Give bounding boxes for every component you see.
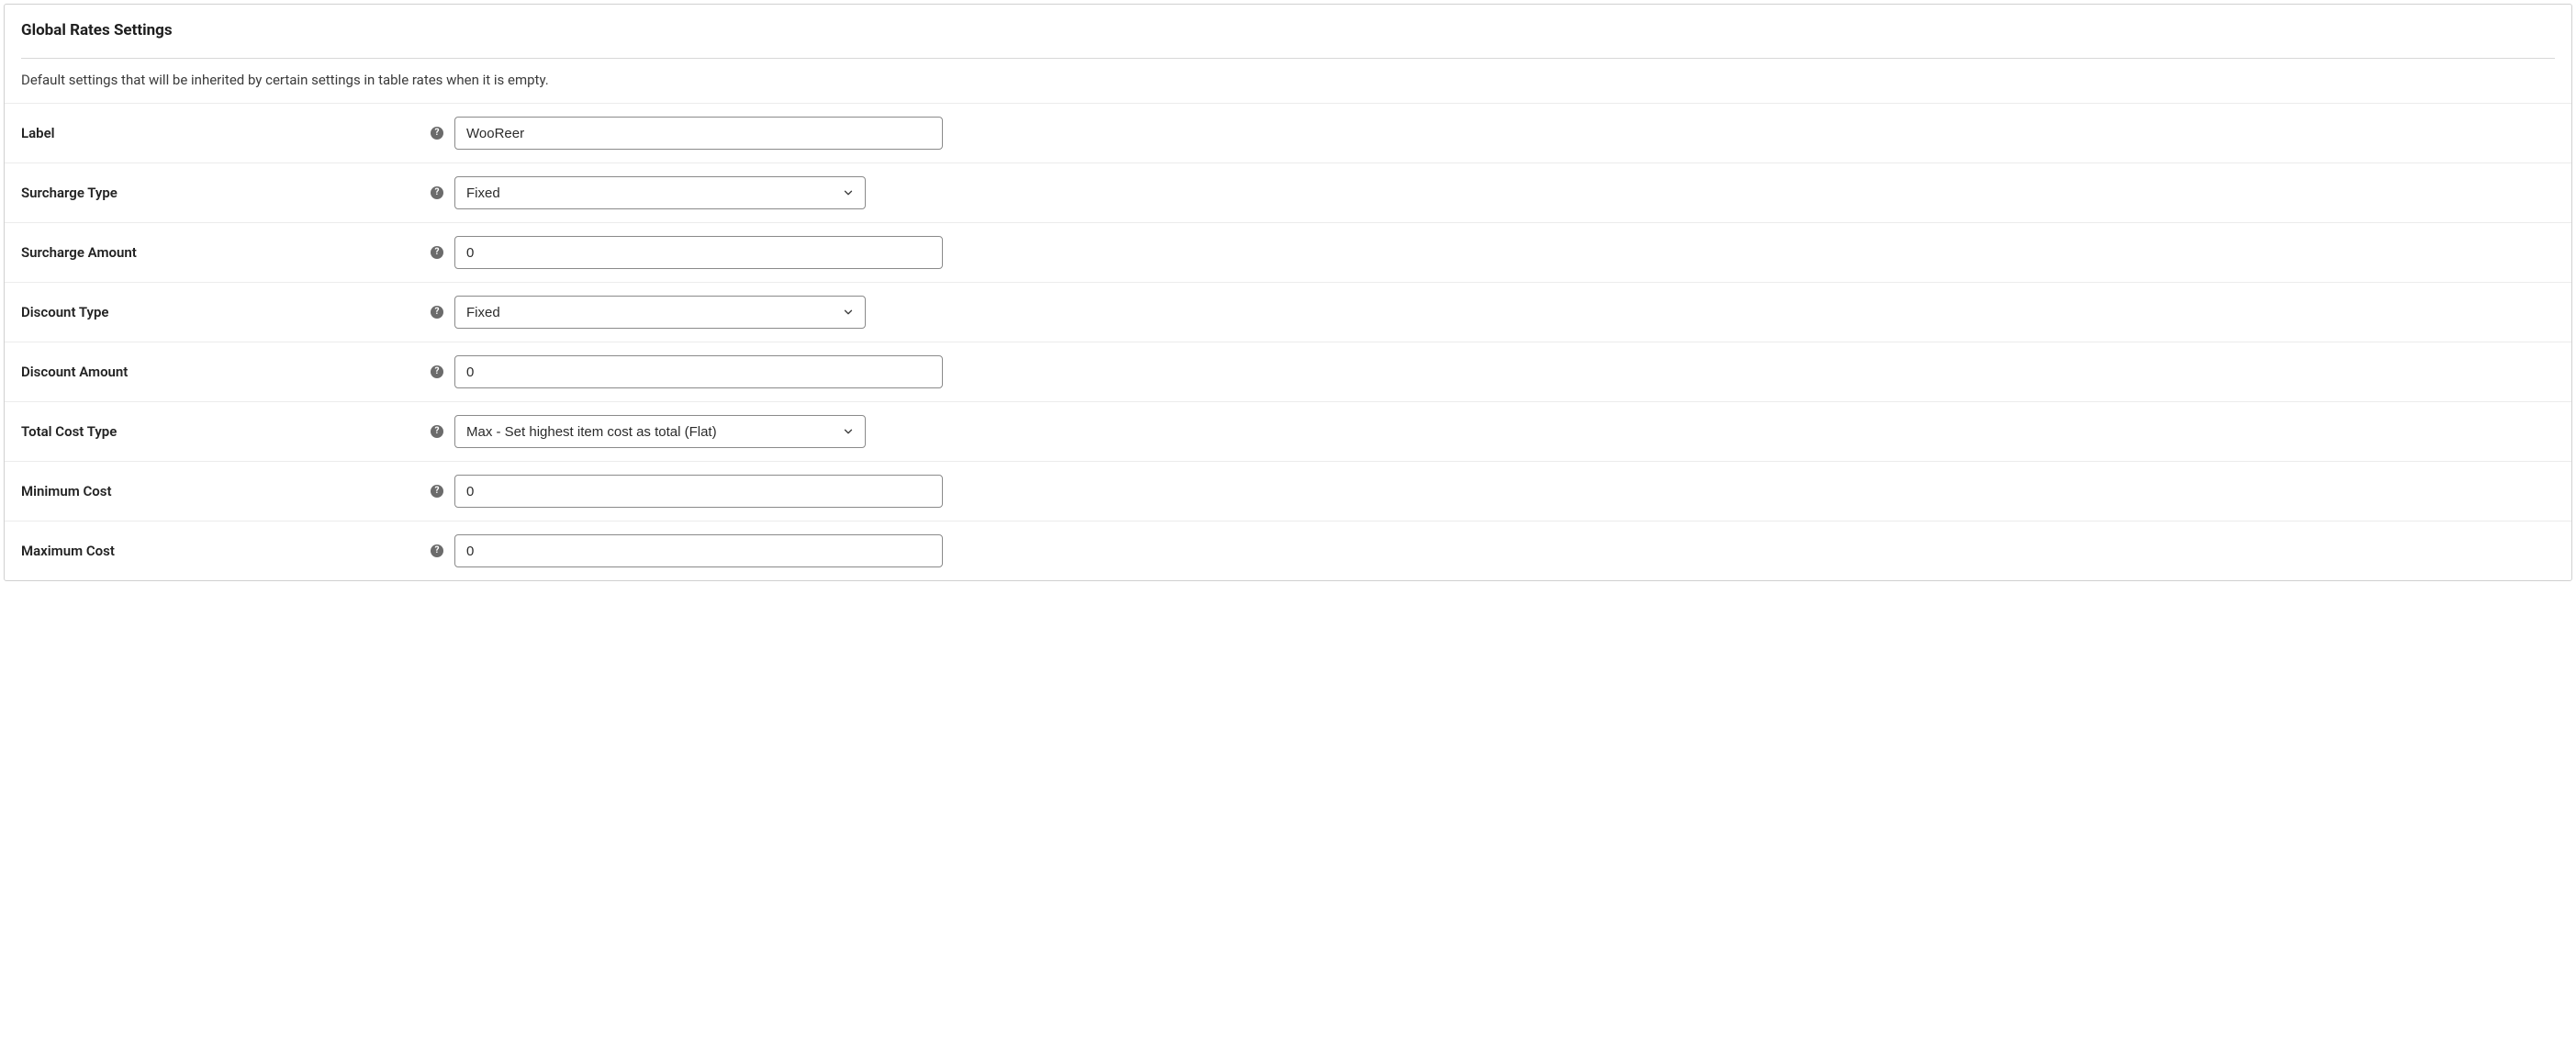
field-control: Fixed xyxy=(454,176,866,209)
total-cost-type-select[interactable]: Max - Set highest item cost as total (Fl… xyxy=(454,415,866,448)
field-control xyxy=(454,534,943,567)
surcharge-amount-input[interactable] xyxy=(454,236,943,269)
help-wrap: ? xyxy=(431,186,454,199)
row-surcharge-amount: Surcharge Amount ? xyxy=(5,223,2571,283)
surcharge-type-select[interactable]: Fixed xyxy=(454,176,866,209)
field-label: Total Cost Type xyxy=(21,423,431,440)
discount-amount-input[interactable] xyxy=(454,355,943,388)
help-icon[interactable]: ? xyxy=(431,246,443,259)
field-label: Surcharge Type xyxy=(21,185,431,201)
maximum-cost-input[interactable] xyxy=(454,534,943,567)
row-surcharge-type: Surcharge Type ? Fixed xyxy=(5,163,2571,223)
label-input[interactable] xyxy=(454,117,943,150)
help-wrap: ? xyxy=(431,127,454,140)
field-control xyxy=(454,236,943,269)
panel-title: Global Rates Settings xyxy=(21,21,2555,39)
settings-rows: Label ? Surcharge Type ? Fixed xyxy=(5,103,2571,580)
help-wrap: ? xyxy=(431,365,454,378)
panel-description: Default settings that will be inherited … xyxy=(21,72,2555,88)
help-wrap: ? xyxy=(431,485,454,498)
field-control xyxy=(454,117,943,150)
help-wrap: ? xyxy=(431,306,454,319)
help-icon[interactable]: ? xyxy=(431,544,443,557)
field-label: Discount Amount xyxy=(21,364,431,380)
row-total-cost-type: Total Cost Type ? Max - Set highest item… xyxy=(5,402,2571,462)
row-maximum-cost: Maximum Cost ? xyxy=(5,522,2571,580)
row-discount-type: Discount Type ? Fixed xyxy=(5,283,2571,342)
help-icon[interactable]: ? xyxy=(431,485,443,498)
help-wrap: ? xyxy=(431,544,454,557)
panel-header: Global Rates Settings Default settings t… xyxy=(5,5,2571,103)
discount-type-select[interactable]: Fixed xyxy=(454,296,866,329)
row-discount-amount: Discount Amount ? xyxy=(5,342,2571,402)
help-wrap: ? xyxy=(431,425,454,438)
help-wrap: ? xyxy=(431,246,454,259)
field-control: Fixed xyxy=(454,296,866,329)
field-label: Discount Type xyxy=(21,304,431,320)
field-control: Max - Set highest item cost as total (Fl… xyxy=(454,415,866,448)
row-minimum-cost: Minimum Cost ? xyxy=(5,462,2571,522)
field-label: Surcharge Amount xyxy=(21,244,431,261)
field-label: Minimum Cost xyxy=(21,483,431,499)
help-icon[interactable]: ? xyxy=(431,127,443,140)
help-icon[interactable]: ? xyxy=(431,425,443,438)
panel-divider xyxy=(21,58,2555,59)
field-label: Label xyxy=(21,125,431,141)
help-icon[interactable]: ? xyxy=(431,186,443,199)
help-icon[interactable]: ? xyxy=(431,306,443,319)
field-control xyxy=(454,355,943,388)
global-rates-settings-panel: Global Rates Settings Default settings t… xyxy=(4,4,2572,581)
minimum-cost-input[interactable] xyxy=(454,475,943,508)
select-wrap: Fixed xyxy=(454,176,866,209)
field-label: Maximum Cost xyxy=(21,543,431,559)
help-icon[interactable]: ? xyxy=(431,365,443,378)
row-label: Label ? xyxy=(5,104,2571,163)
select-wrap: Fixed xyxy=(454,296,866,329)
field-control xyxy=(454,475,943,508)
select-wrap: Max - Set highest item cost as total (Fl… xyxy=(454,415,866,448)
